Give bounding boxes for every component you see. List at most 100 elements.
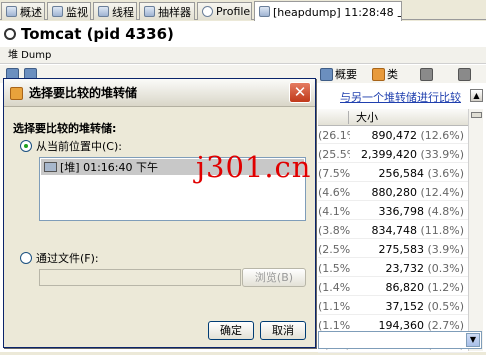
size-value: 2,399,420: [360, 148, 417, 161]
cancel-button[interactable]: 取消: [260, 321, 306, 340]
size-value: 37,152: [385, 300, 424, 313]
settings-button[interactable]: [458, 66, 471, 82]
table-row[interactable]: (2.5%) 275,583 (3.9%): [318, 241, 468, 258]
classes-button[interactable]: 类: [372, 66, 398, 82]
size-value: 256,584: [378, 167, 424, 180]
size-percent: (0.5%): [427, 300, 464, 313]
size-percent: (12.4%): [420, 186, 464, 199]
classes-icon: [372, 67, 385, 81]
option-file-label: 通过文件(F):: [36, 252, 99, 265]
tab-profiler[interactable]: Profiler: [197, 2, 252, 20]
heapdump-icon: [259, 6, 270, 17]
tab-heapdump[interactable]: [heapdump] 11:28:48 上午: [254, 1, 402, 21]
table-row[interactable]: (26.1%) 890,472 (12.6%): [318, 127, 468, 144]
table-row[interactable]: (3.8%) 834,748 (11.8%): [318, 222, 468, 239]
size-cell: 2,399,420 (33.9%): [354, 146, 464, 163]
tab-overview[interactable]: 概述: [1, 2, 45, 20]
settings-icon: [458, 67, 471, 81]
threads-icon: [98, 6, 109, 17]
count-percent: (2.5%): [318, 243, 350, 256]
table-header: 大小: [318, 109, 468, 126]
size-cell: 23,732 (0.3%): [354, 260, 464, 277]
count-percent: (1.4%): [318, 281, 350, 294]
tab-label: 抽样器: [158, 5, 191, 19]
option-current-location[interactable]: 从当前位置中(C):: [20, 138, 122, 154]
tab-monitor[interactable]: 监视: [47, 2, 91, 20]
size-cell: 880,280 (12.4%): [354, 184, 464, 201]
file-path-field[interactable]: [39, 269, 241, 286]
header-divider: [348, 111, 349, 124]
tab-label: [heapdump] 11:28:48 上午: [273, 5, 401, 19]
view-subtitle: 堆 Dump: [0, 47, 486, 64]
count-percent: (4.6%): [318, 186, 350, 199]
summary-label: 概要: [335, 68, 357, 81]
radio-current[interactable]: [20, 140, 32, 152]
classes-table: 大小 (26.1%) 890,472 (12.6%) (25.5%) 2,399,42…: [318, 109, 468, 355]
compare-heapdump-dialog: 选择要比较的堆转储 ✕ 选择要比较的堆转储: 从当前位置中(C): [堆] 01…: [3, 78, 316, 348]
compare-heapdump-link[interactable]: 与另一个堆转储进行比较: [340, 89, 461, 105]
ok-button[interactable]: 确定: [208, 321, 254, 340]
size-value: 834,748: [371, 224, 417, 237]
table-row[interactable]: (1.4%) 86,820 (1.2%): [318, 279, 468, 296]
dialog-app-icon: [10, 87, 23, 100]
table-row[interactable]: (4.1%) 336,798 (4.8%): [318, 203, 468, 220]
scrollbar-thumb[interactable]: [471, 112, 482, 118]
table-row[interactable]: (4.6%) 880,280 (12.4%): [318, 184, 468, 201]
table-scrollbar[interactable]: [468, 109, 483, 351]
size-cell: 336,798 (4.8%): [354, 203, 464, 220]
page-title: Tomcat (pid 4336): [4, 23, 174, 45]
size-percent: (4.8%): [427, 205, 464, 218]
count-percent: (1.1%): [318, 300, 350, 313]
table-options-button[interactable]: ▲: [470, 89, 483, 102]
dialog-heading: 选择要比较的堆转储:: [13, 122, 117, 135]
count-percent: (4.1%): [318, 205, 350, 218]
watermark-text: j301.cn: [196, 150, 312, 184]
sampler-icon: [144, 6, 155, 17]
app-title: Tomcat (pid 4336): [21, 25, 174, 43]
option-from-file[interactable]: 通过文件(F):: [20, 250, 99, 266]
radio-file[interactable]: [20, 252, 32, 264]
monitor-icon: [52, 6, 63, 17]
overview-icon: [6, 6, 17, 17]
size-cell: 275,583 (3.9%): [354, 241, 464, 258]
tab-label: Profiler: [216, 5, 252, 18]
summary-button[interactable]: 概要: [320, 66, 357, 82]
size-percent: (12.6%): [420, 129, 464, 142]
tab-sampler[interactable]: 抽样器: [139, 2, 195, 20]
size-value: 890,472: [371, 129, 417, 142]
size-value: 336,798: [378, 205, 424, 218]
tab-label: 概述: [20, 5, 42, 19]
save-icon: [420, 67, 433, 81]
size-cell: 256,584 (3.6%): [354, 165, 464, 182]
table-row[interactable]: (1.1%) 37,152 (0.5%): [318, 298, 468, 315]
size-percent: (33.9%): [420, 148, 464, 161]
dialog-titlebar: 选择要比较的堆转储 ✕: [4, 79, 315, 107]
size-value: 86,820: [385, 281, 424, 294]
option-current-label: 从当前位置中(C):: [36, 140, 122, 153]
summary-icon: [320, 67, 333, 81]
chevron-down-icon[interactable]: ▼: [466, 333, 480, 347]
size-cell: 37,152 (0.5%): [354, 298, 464, 315]
size-percent: (0.3%): [427, 262, 464, 275]
size-cell: 890,472 (12.6%): [354, 127, 464, 144]
size-value: 275,583: [378, 243, 424, 256]
count-percent: (1.5%): [318, 262, 350, 275]
close-icon: ✕: [293, 83, 307, 101]
heapdump-item-icon: [44, 162, 57, 172]
tab-label: 线程: [112, 5, 134, 19]
column-header-size[interactable]: 大小: [356, 109, 378, 126]
count-percent: (7.5%): [318, 167, 350, 180]
table-row[interactable]: (7.5%) 256,584 (3.6%): [318, 165, 468, 182]
count-percent: (26.1%): [318, 129, 350, 142]
table-row[interactable]: (25.5%) 2,399,420 (33.9%): [318, 146, 468, 163]
save-button[interactable]: [420, 66, 433, 82]
tab-bar: 概述 监视 线程 抽样器 Profiler [heapdump] 11:28:4…: [0, 0, 486, 21]
close-button[interactable]: ✕: [289, 82, 311, 103]
size-percent: (1.2%): [427, 281, 464, 294]
list-item-label: [堆] 01:16:40 下午: [60, 161, 158, 174]
tab-threads[interactable]: 线程: [93, 2, 137, 20]
browse-button[interactable]: 浏览(B): [242, 268, 306, 287]
tab-label: 监视: [66, 5, 88, 19]
filter-combo[interactable]: ▼: [318, 331, 482, 349]
table-row[interactable]: (1.5%) 23,732 (0.3%): [318, 260, 468, 277]
